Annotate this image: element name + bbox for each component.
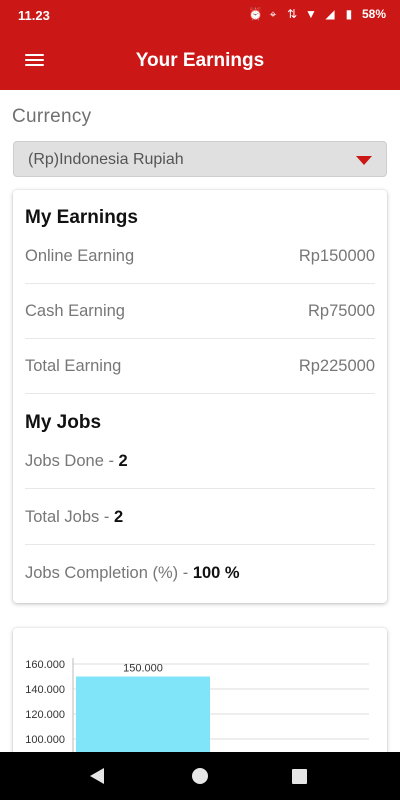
battery-icon: ▮ (345, 7, 353, 21)
divider (25, 393, 375, 394)
jobs-done-label: Jobs Done - (25, 452, 119, 470)
y-tick-label: 160.000 (25, 659, 65, 671)
my-jobs-title: My Jobs (25, 412, 102, 433)
total-jobs-text: Total Jobs - 2 (25, 508, 123, 527)
status-icons: ⏰ ⌖ ⇅ ▼ ◢ ▮ 58% (248, 7, 386, 21)
online-earning-value: Rp150000 (298, 247, 375, 265)
total-jobs-value: 2 (113, 508, 124, 526)
online-earning-row: Online Earning Rp150000 (25, 247, 375, 302)
dropdown-arrow-icon (356, 156, 372, 165)
y-tick-label: 140.000 (25, 684, 65, 696)
y-tick-label: 120.000 (25, 709, 65, 721)
total-jobs-label: Total Jobs - (25, 508, 114, 526)
jobs-completion-label: Jobs Completion (%) - (25, 564, 193, 582)
currency-label: Currency (12, 106, 92, 127)
status-time: 11.23 (18, 8, 50, 23)
jobs-done-text: Jobs Done - 2 (25, 452, 128, 471)
total-earning-value: Rp225000 (298, 357, 375, 375)
location-icon: ⌖ (269, 7, 277, 21)
app-bar: Your Earnings (0, 30, 400, 90)
back-icon[interactable] (90, 768, 104, 784)
divider (25, 338, 375, 339)
jobs-done-row: Jobs Done - 2 (25, 452, 375, 507)
earnings-card: My Earnings Online Earning Rp150000 Cash… (13, 190, 387, 603)
recents-icon[interactable] (292, 769, 307, 784)
page-title: Your Earnings (135, 50, 265, 71)
status-bar: 11.23 ⏰ ⌖ ⇅ ▼ ◢ ▮ 58% (0, 0, 400, 30)
battery-percent: 58% (361, 7, 386, 21)
currency-selected-value: (Rp)Indonesia Rupiah (28, 151, 184, 168)
total-jobs-row: Total Jobs - 2 (25, 508, 375, 563)
jobs-completion-row: Jobs Completion (%) - 100 % (25, 564, 375, 619)
earnings-screen: 11.23 ⏰ ⌖ ⇅ ▼ ◢ ▮ 58% Your Earnings Curr… (0, 0, 400, 800)
cash-earning-label: Cash Earning (25, 302, 125, 320)
wifi-icon: ▼ (305, 7, 317, 21)
data-arrows-icon: ⇅ (286, 7, 297, 21)
divider (25, 544, 375, 545)
jobs-done-value: 2 (118, 452, 128, 470)
bar-data-label: 150.000 (123, 663, 163, 675)
signal-icon: ◢ (325, 7, 335, 21)
navigation-bar (0, 752, 400, 800)
my-earnings-title: My Earnings (25, 207, 138, 228)
total-earning-row: Total Earning Rp225000 (25, 357, 375, 412)
home-icon[interactable] (192, 768, 208, 784)
jobs-completion-value: 100 % (192, 564, 240, 582)
alarm-icon: ⏰ (247, 7, 263, 21)
currency-dropdown[interactable]: (Rp)Indonesia Rupiah (13, 141, 387, 177)
y-tick-label: 100.000 (25, 734, 65, 746)
divider (25, 283, 375, 284)
cash-earning-row: Cash Earning Rp75000 (25, 302, 375, 357)
jobs-completion-text: Jobs Completion (%) - 100 % (25, 564, 240, 583)
online-earning-label: Online Earning (25, 247, 135, 265)
total-earning-label: Total Earning (25, 357, 122, 375)
divider (25, 488, 375, 489)
cash-earning-value: Rp75000 (308, 302, 375, 320)
